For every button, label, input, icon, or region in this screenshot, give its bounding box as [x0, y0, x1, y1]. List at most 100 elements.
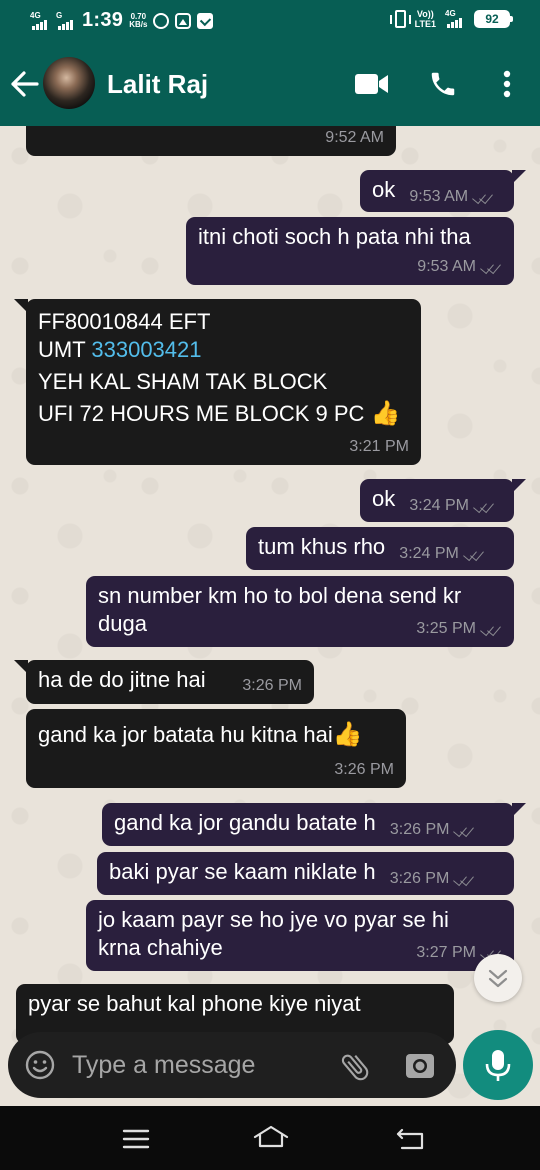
double-tick-icon — [453, 873, 475, 885]
message-meta: 3:21 PM — [349, 433, 409, 461]
thumbs-up-emoji: 👍 — [332, 721, 363, 748]
thumbs-up-emoji: 👍 — [370, 400, 401, 427]
message-time: 9:53 AM — [417, 258, 476, 275]
message-meta: 3:26 PM — [242, 672, 302, 700]
message-meta: 9:52 AM — [325, 126, 384, 152]
message-time: 3:24 PM — [399, 545, 459, 562]
message-outgoing[interactable]: ok 3:24 PM — [360, 479, 526, 522]
message-meta: 3:26 PM — [334, 756, 394, 784]
message-line: UMT 333003421 — [38, 336, 409, 364]
message-time: 9:52 AM — [325, 129, 384, 146]
message-meta: 3:25 PM — [416, 615, 502, 643]
net-label: 4G — [445, 9, 456, 18]
back-arrow-icon[interactable] — [10, 70, 40, 98]
status-left: 4G G 1:39 0.70 KB/s — [30, 9, 214, 32]
double-tick-icon — [480, 623, 502, 635]
message-text: gand ka jor batata hu kitna hai — [38, 722, 333, 747]
message-time: 3:26 PM — [242, 677, 302, 694]
message-line: gand ka jor batata hu kitna hai👍 — [38, 721, 394, 749]
volte-indicator: Vo)) LTE1 — [415, 9, 436, 29]
message-time: 3:26 PM — [389, 870, 450, 887]
message-text: ha de do jitne hai — [38, 667, 206, 692]
camera-icon[interactable] — [404, 1050, 436, 1082]
double-tick-icon — [453, 824, 475, 836]
message-text: gand ka jor gandu batate h — [114, 810, 376, 835]
message-text: pyar se bahut kal phone kiye niyat — [28, 991, 361, 1016]
message-line: UFI 72 HOURS ME BLOCK 9 PC 👍 — [38, 400, 409, 428]
message-outgoing[interactable]: jo kaam payr se ho jye vo pyar se hi krn… — [86, 900, 514, 971]
message-incoming[interactable]: gand ka jor batata hu kitna hai👍 3:26 PM — [26, 709, 406, 788]
message-outgoing[interactable]: tum khus rho 3:24 PM — [246, 527, 514, 570]
volte-top: Vo)) — [416, 9, 434, 19]
sim1-signal-icon: 4G — [30, 11, 50, 31]
message-time: 3:26 PM — [334, 761, 394, 778]
system-navigation-bar — [0, 1106, 540, 1170]
vibrate-icon — [389, 10, 411, 28]
speed-unit: KB/s — [129, 19, 148, 29]
mail-notification-icon — [197, 12, 214, 29]
gallery-notification-icon — [175, 12, 192, 29]
message-meta: 9:53 AM — [409, 183, 494, 211]
message-line-text: UFI 72 HOURS ME BLOCK 9 PC — [38, 401, 365, 426]
home-icon[interactable] — [252, 1124, 290, 1152]
sim1-label: 4G — [30, 10, 41, 20]
message-meta: 9:53 AM — [417, 253, 502, 281]
mic-icon[interactable] — [463, 1030, 533, 1100]
contact-name[interactable]: Lalit Raj — [107, 69, 208, 100]
network-speed: 0.70 KB/s — [129, 12, 148, 29]
volte-bottom: LTE1 — [414, 19, 436, 29]
status-right: Vo)) LTE1 4G 92 — [389, 9, 513, 29]
message-outgoing[interactable]: baki pyar se kaam niklate h 3:26 PM — [97, 852, 514, 895]
lte-signal-icon: 4G — [445, 9, 465, 29]
message-meta: 3:26 PM — [390, 865, 476, 893]
message-time: 3:26 PM — [389, 821, 450, 838]
avatar[interactable] — [43, 57, 95, 109]
system-back-icon[interactable] — [396, 1126, 426, 1152]
message-composer — [8, 1032, 456, 1098]
double-tick-icon — [472, 191, 494, 203]
message-text: baki pyar se kaam niklate h — [109, 859, 376, 884]
message-list[interactable]: 9:52 AM ok 9:53 AM itni choti soch h pat… — [0, 126, 540, 1106]
message-text: tum khus rho — [258, 534, 386, 559]
message-incoming[interactable]: ha de do jitne hai 3:26 PM — [14, 660, 314, 704]
message-line: YEH KAL SHAM TAK BLOCK — [38, 369, 328, 394]
message-meta: 3:24 PM — [399, 540, 485, 568]
message-text: ok — [372, 486, 396, 511]
scroll-to-bottom-button[interactable] — [474, 954, 522, 1002]
chat-header: Lalit Raj — [0, 42, 540, 126]
phone-number-link[interactable]: 333003421 — [91, 337, 201, 362]
message-incoming[interactable]: 9:52 AM — [26, 126, 396, 156]
message-line: sn number km ho to bol dena send kr — [98, 583, 462, 608]
battery-level: 92 — [485, 12, 499, 26]
video-call-icon[interactable] — [355, 73, 389, 95]
whatsapp-notification-icon — [153, 12, 170, 29]
message-text: ok — [372, 177, 396, 202]
message-meta: 3:24 PM — [409, 492, 495, 520]
message-time: 3:24 PM — [409, 497, 469, 514]
more-vert-icon[interactable] — [500, 69, 514, 99]
emoji-icon[interactable] — [24, 1049, 56, 1081]
message-line: jo kaam payr se ho jye vo pyar se hi — [98, 907, 449, 932]
message-text: itni choti soch h pata nhi tha — [198, 224, 471, 249]
double-tick-icon — [473, 500, 495, 512]
message-time: 3:25 PM — [416, 620, 476, 637]
double-tick-icon — [463, 548, 485, 560]
double-tick-icon — [480, 261, 502, 273]
sim2-signal-icon: G — [56, 11, 76, 31]
paperclip-icon[interactable] — [338, 1050, 372, 1084]
recent-apps-icon[interactable] — [122, 1128, 150, 1150]
sim2-label: G — [56, 10, 63, 20]
message-time: 3:21 PM — [349, 438, 409, 455]
message-incoming[interactable]: FF80010844 EFT UMT 333003421 YEH KAL SHA… — [14, 299, 421, 465]
status-bar: 4G G 1:39 0.70 KB/s Vo)) LTE1 4G 92 — [0, 0, 540, 42]
message-input[interactable] — [72, 1046, 322, 1084]
battery-icon: 92 — [474, 10, 513, 28]
message-outgoing[interactable]: gand ka jor gandu batate h 3:26 PM — [102, 803, 526, 846]
message-time: 9:53 AM — [409, 188, 469, 205]
message-line-prefix: UMT — [38, 337, 92, 362]
message-outgoing[interactable]: ok 9:53 AM — [360, 170, 526, 212]
message-outgoing[interactable]: itni choti soch h pata nhi tha 9:53 AM — [186, 217, 514, 285]
phone-icon[interactable] — [428, 69, 458, 99]
message-outgoing[interactable]: sn number km ho to bol dena send kr duga… — [86, 576, 514, 647]
message-time: 3:27 PM — [416, 944, 476, 961]
